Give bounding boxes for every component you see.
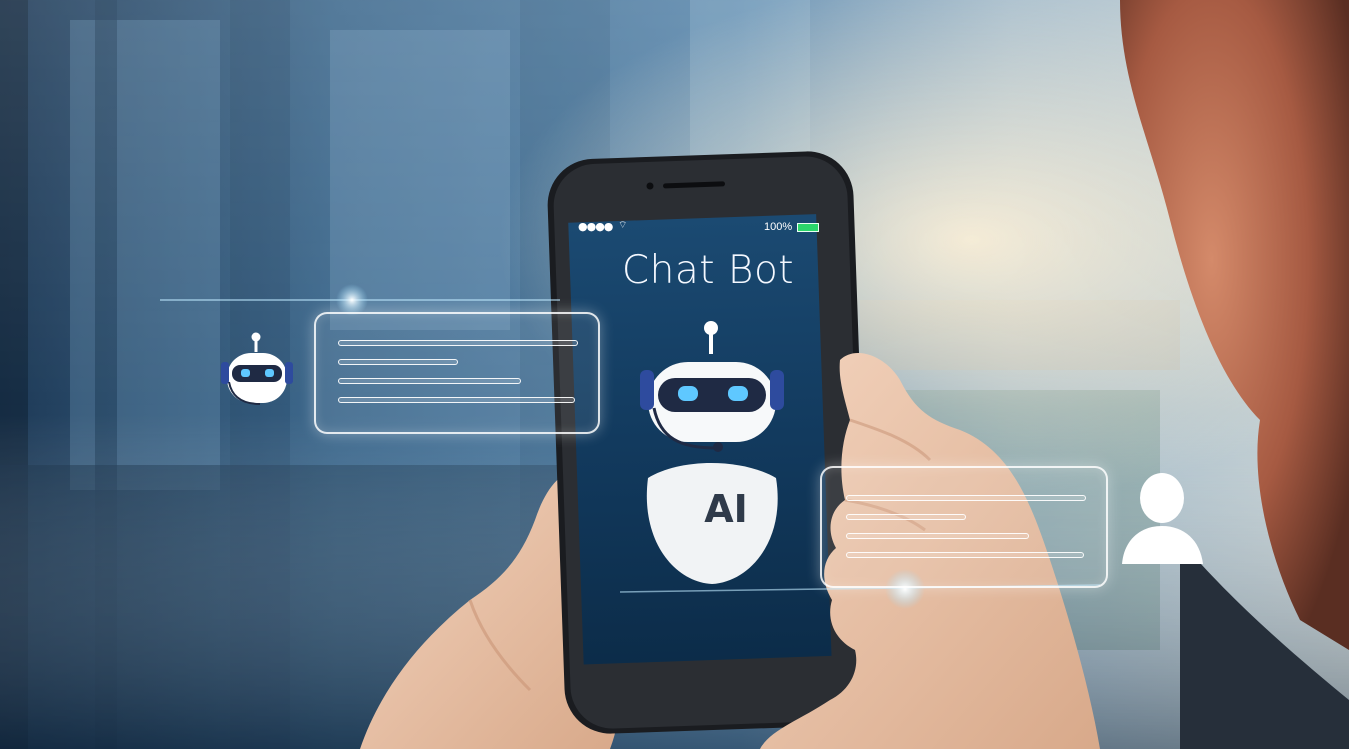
scene [0,0,1349,749]
message-line [846,495,1086,501]
message-line [846,514,966,520]
message-line [338,397,575,403]
battery-icon [797,223,819,232]
message-line [338,340,578,346]
message-line [846,533,1029,539]
message-line [846,552,1084,558]
phone-status-bar: ●●●● ⌔ 100% [578,219,822,237]
bot-message-bubble [314,312,600,434]
battery-percent: 100% [764,221,793,233]
user-message-bubble [820,466,1108,588]
app-title: Chat Bot [621,248,795,293]
smartphone [547,151,871,734]
ai-badge: AI [704,487,748,531]
message-line [338,378,521,384]
message-line [338,359,458,365]
signal-indicator: ●●●● [578,220,613,233]
wifi-icon: ⌔ [618,220,628,231]
